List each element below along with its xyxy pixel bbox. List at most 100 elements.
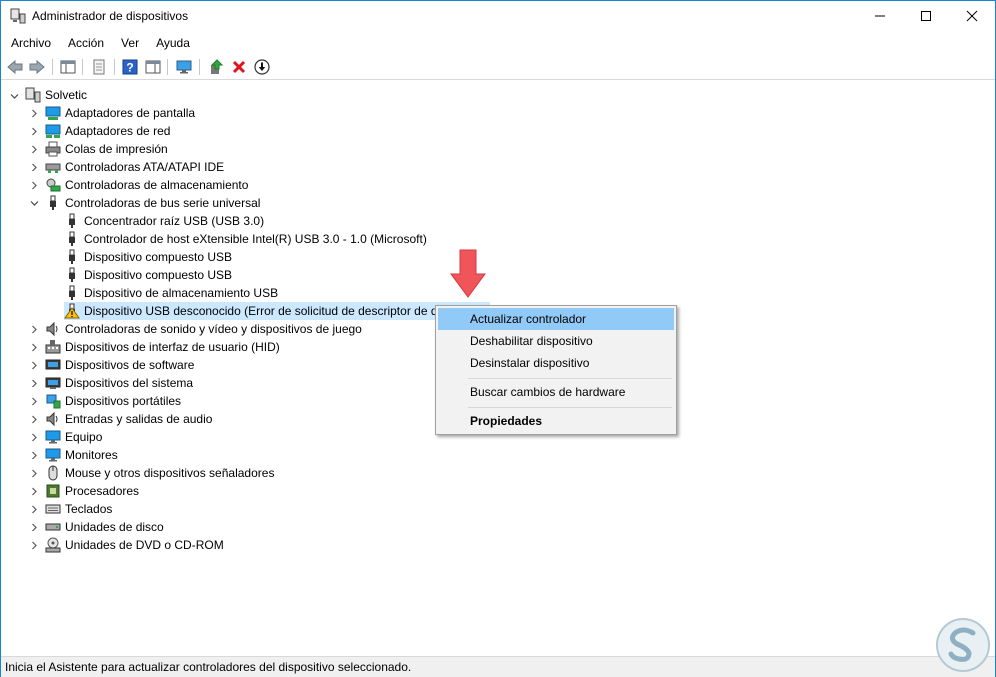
ide-controller-icon	[45, 159, 61, 175]
menu-item-uninstall-device[interactable]: Desinstalar dispositivo	[438, 352, 674, 374]
chevron-right-icon	[31, 325, 37, 333]
audio-speaker-icon	[45, 411, 61, 427]
category-display-adapters[interactable]: Adaptadores de pantalla	[45, 104, 195, 122]
category-ata-controllers[interactable]: Controladoras ATA/ATAPI IDE	[45, 158, 224, 176]
expand-toggle[interactable]	[28, 377, 40, 389]
help-button[interactable]: ?	[120, 57, 140, 77]
menu-item-label: Actualizar controlador	[470, 312, 587, 326]
collapse-toggle[interactable]	[28, 197, 40, 209]
expand-toggle[interactable]	[28, 107, 40, 119]
software-device-icon	[45, 357, 61, 373]
menu-item-update-driver[interactable]: Actualizar controlador	[438, 308, 674, 330]
menu-item-properties[interactable]: Propiedades	[438, 410, 674, 432]
expand-toggle[interactable]	[28, 449, 40, 461]
expand-toggle[interactable]	[28, 143, 40, 155]
chevron-right-icon	[31, 379, 37, 387]
category-label: Entradas y salidas de audio	[65, 412, 213, 426]
expand-toggle[interactable]	[28, 431, 40, 443]
tree-root-node[interactable]: Solvetic	[25, 86, 87, 104]
menu-ver[interactable]: Ver	[111, 32, 146, 52]
usb-plug-icon	[64, 285, 80, 301]
usb-plug-icon	[64, 249, 80, 265]
properties-sheet-icon	[93, 59, 105, 75]
disk-drive-icon	[45, 519, 61, 535]
expand-toggle[interactable]	[28, 323, 40, 335]
category-hid[interactable]: Dispositivos de interfaz de usuario (HID…	[45, 338, 280, 356]
menu-separator	[468, 378, 672, 379]
device-label: Concentrador raíz USB (USB 3.0)	[84, 214, 265, 228]
menu-item-label: Propiedades	[470, 414, 543, 428]
category-usb-controllers[interactable]: Controladoras de bus serie universal	[45, 194, 260, 212]
collapse-root-toggle[interactable]	[8, 90, 20, 102]
category-keyboards[interactable]: Teclados	[45, 500, 112, 518]
expand-toggle[interactable]	[28, 467, 40, 479]
disable-device-button[interactable]	[252, 57, 272, 77]
menu-item-label: Desinstalar dispositivo	[470, 356, 590, 370]
category-network-adapters[interactable]: Adaptadores de red	[45, 122, 170, 140]
usb-device-item[interactable]: Dispositivo compuesto USB	[64, 248, 232, 266]
menu-archivo[interactable]: Archivo	[1, 32, 58, 52]
expand-toggle[interactable]	[28, 395, 40, 407]
menu-separator	[468, 407, 672, 408]
category-disk-drives[interactable]: Unidades de disco	[45, 518, 164, 536]
menu-ayuda[interactable]: Ayuda	[146, 32, 197, 52]
category-portable-devices[interactable]: Dispositivos portátiles	[45, 392, 181, 410]
expand-toggle[interactable]	[28, 161, 40, 173]
category-system-devices[interactable]: Dispositivos del sistema	[45, 374, 193, 392]
uninstall-button[interactable]	[229, 57, 249, 77]
back-button[interactable]	[5, 57, 25, 77]
chevron-right-icon	[31, 433, 37, 441]
category-label: Dispositivos portátiles	[65, 394, 182, 408]
maximize-button[interactable]	[903, 1, 949, 31]
menu-item-disable-device[interactable]: Deshabilitar dispositivo	[438, 330, 674, 352]
storage-controller-icon	[45, 177, 61, 193]
category-processors[interactable]: Procesadores	[45, 482, 139, 500]
usb-device-item[interactable]: Dispositivo compuesto USB	[64, 266, 232, 284]
update-driver-button[interactable]	[206, 57, 226, 77]
expand-toggle[interactable]	[28, 503, 40, 515]
close-button[interactable]	[949, 1, 995, 31]
dvd-drive-icon	[45, 537, 61, 553]
expand-toggle[interactable]	[28, 179, 40, 191]
category-dvd-drives[interactable]: Unidades de DVD o CD-ROM	[45, 536, 224, 554]
monitor-icon	[45, 447, 61, 463]
device-label: Dispositivo compuesto USB	[84, 250, 233, 264]
expand-toggle[interactable]	[28, 521, 40, 533]
category-mouse[interactable]: Mouse y otros dispositivos señaladores	[45, 464, 274, 482]
properties-toolbar-button[interactable]	[89, 57, 109, 77]
portable-device-icon	[45, 393, 61, 409]
usb-device-item-selected[interactable]: Dispositivo USB desconocido (Error de so…	[64, 302, 490, 320]
show-hide-action-pane-button[interactable]	[143, 57, 163, 77]
expand-toggle[interactable]	[28, 341, 40, 353]
category-print-queues[interactable]: Colas de impresión	[45, 140, 168, 158]
scan-hardware-button[interactable]	[174, 57, 194, 77]
expand-toggle[interactable]	[28, 125, 40, 137]
chevron-right-icon	[31, 523, 37, 531]
expand-toggle[interactable]	[28, 359, 40, 371]
expand-toggle[interactable]	[28, 413, 40, 425]
chevron-right-icon	[31, 163, 37, 171]
minimize-button[interactable]	[857, 1, 903, 31]
console-tree-button[interactable]	[58, 57, 78, 77]
category-audio-io[interactable]: Entradas y salidas de audio	[45, 410, 212, 428]
category-label: Dispositivos de interfaz de usuario (HID…	[65, 340, 280, 354]
action-pane-icon	[145, 60, 161, 74]
usb-device-item[interactable]: Controlador de host eXtensible Intel(R) …	[64, 230, 427, 248]
category-storage-controllers[interactable]: Controladoras de almacenamiento	[45, 176, 248, 194]
expand-toggle[interactable]	[28, 485, 40, 497]
category-sound-video[interactable]: Controladoras de sonido y vídeo y dispos…	[45, 320, 362, 338]
category-monitors[interactable]: Monitores	[45, 446, 118, 464]
red-x-icon	[232, 60, 246, 74]
forward-button[interactable]	[27, 57, 47, 77]
menu-item-scan-hardware[interactable]: Buscar cambios de hardware	[438, 381, 674, 403]
usb-device-item[interactable]: Concentrador raíz USB (USB 3.0)	[64, 212, 264, 230]
usb-device-item[interactable]: Dispositivo de almacenamiento USB	[64, 284, 278, 302]
category-computer[interactable]: Equipo	[45, 428, 102, 446]
chevron-right-icon	[31, 415, 37, 423]
category-software-devices[interactable]: Dispositivos de software	[45, 356, 194, 374]
usb-plug-icon	[64, 213, 80, 229]
expand-toggle[interactable]	[28, 539, 40, 551]
menu-accion[interactable]: Acción	[58, 32, 111, 52]
chevron-right-icon	[31, 109, 37, 117]
title-bar[interactable]: Administrador de dispositivos	[1, 1, 995, 31]
